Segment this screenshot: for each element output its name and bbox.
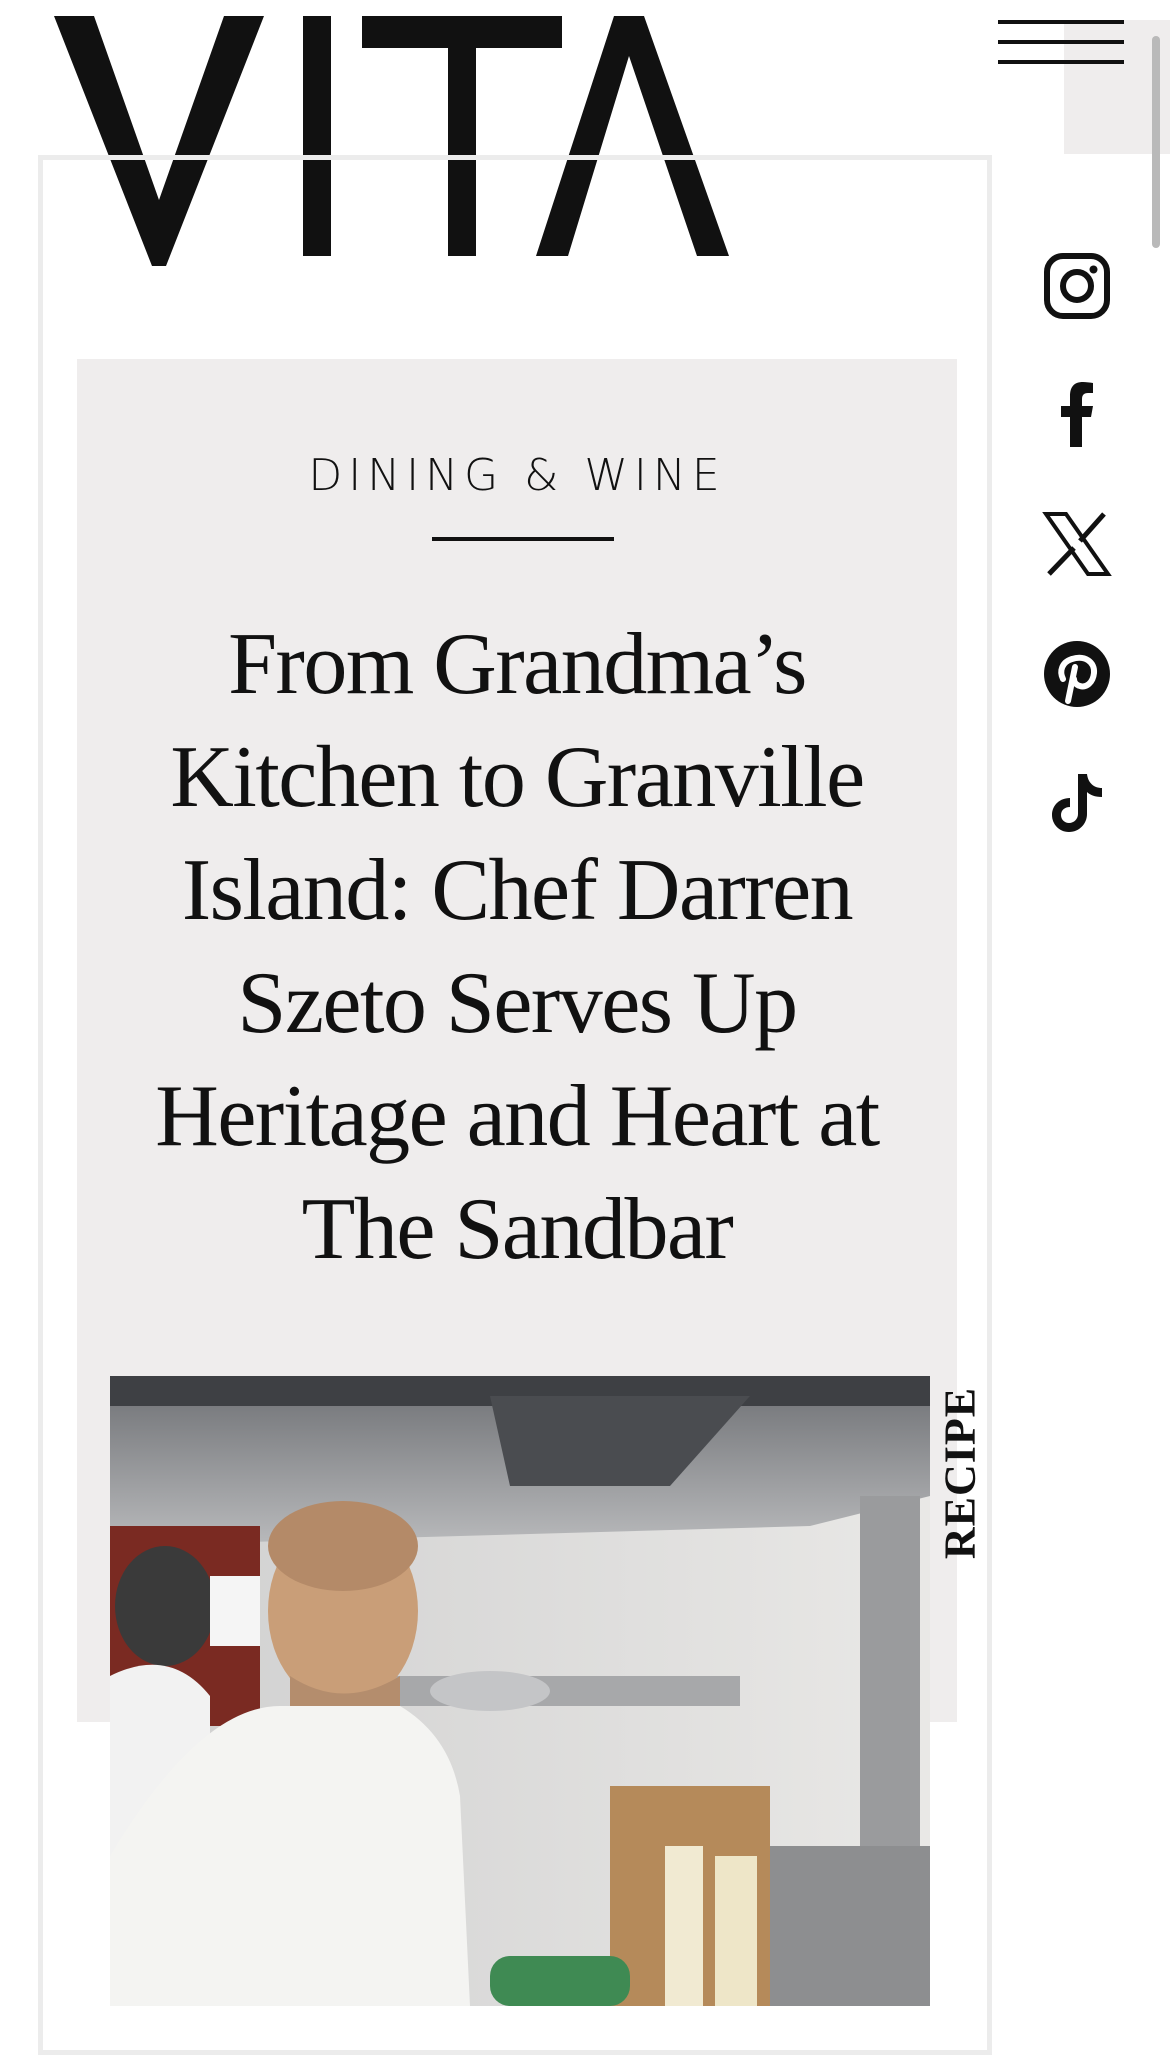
article-category[interactable]: DINING & WINE (77, 450, 957, 501)
recipe-tag-label: RECIPE (935, 1386, 985, 1560)
x-icon[interactable] (1040, 507, 1114, 581)
scrollbar[interactable] (1152, 36, 1160, 248)
recipe-tag[interactable]: RECIPE (935, 1386, 985, 1560)
pinterest-icon[interactable] (1040, 637, 1114, 711)
facebook-icon[interactable] (1040, 377, 1114, 451)
hamburger-menu-icon[interactable] (998, 20, 1124, 68)
article-title[interactable]: From Grandma’s Kitchen to Granville Isla… (97, 608, 937, 1286)
tiktok-icon[interactable] (1040, 766, 1114, 840)
instagram-icon[interactable] (1040, 249, 1114, 323)
category-divider (432, 537, 614, 541)
article-photo[interactable] (110, 1376, 930, 2006)
